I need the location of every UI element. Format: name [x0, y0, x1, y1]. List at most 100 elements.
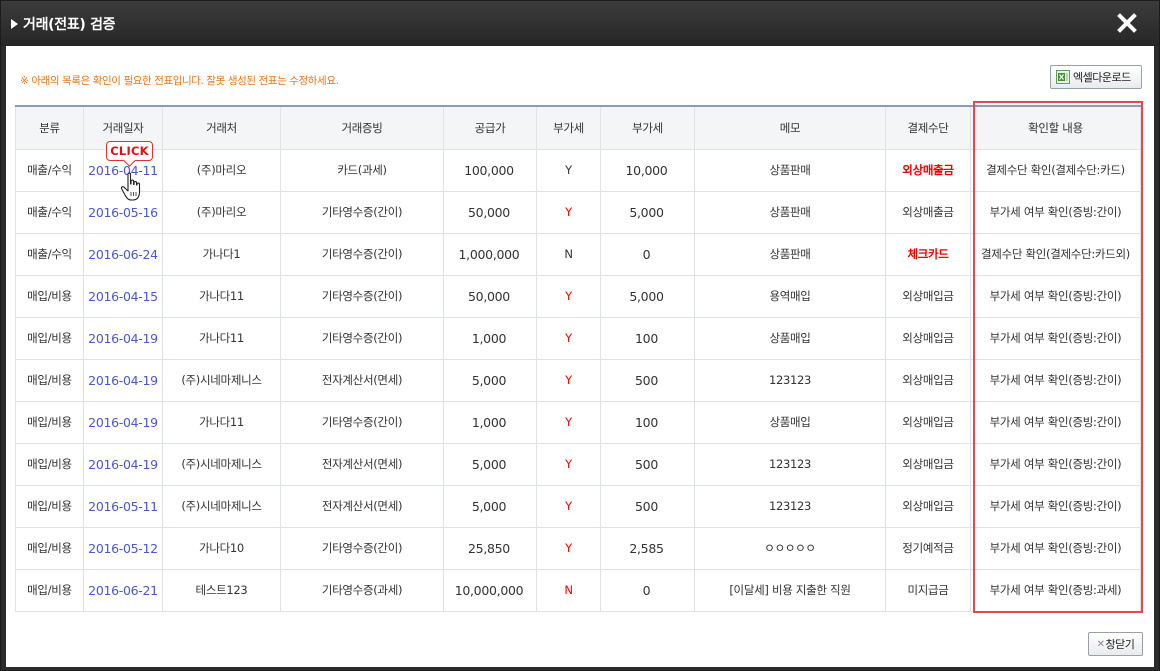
vat-amount-cell: 10,000 — [600, 148, 695, 192]
table-row: 매입/비용 2016-04-19 가나다11 기타영수증(간이) 1,000 Y 100 상품… — [15, 316, 1141, 360]
vat-amount-cell: 5,000 — [600, 274, 695, 318]
check-content-cell: 부가세 여부 확인(증빙:간이) — [970, 316, 1141, 360]
vat-amount-cell: 100 — [600, 316, 695, 360]
memo-cell: 상품판매 — [694, 232, 886, 276]
category-cell: 매출/수익 — [15, 190, 84, 234]
supply-amount-cell: 5,000 — [443, 442, 537, 486]
category-cell: 매입/비용 — [15, 526, 84, 570]
supply-amount-cell: 100,000 — [443, 148, 537, 192]
supply-amount-cell: 1,000,000 — [443, 232, 537, 276]
column-header: 메모 — [694, 105, 886, 150]
evidence-cell: 기타영수증(간이) — [280, 526, 444, 570]
date-link[interactable]: 2016-06-21 — [88, 583, 158, 598]
dialog-titlebar: 거래(전표) 검증 — [1, 1, 1159, 46]
vat-amount-cell: 500 — [600, 442, 695, 486]
supply-amount-cell: 5,000 — [443, 484, 537, 528]
memo-cell: 123123 — [694, 442, 886, 486]
evidence-cell: 전자계산서(면세) — [280, 484, 444, 528]
vat-flag-cell: N — [536, 232, 601, 276]
date-link[interactable]: 2016-05-12 — [88, 541, 158, 556]
check-content-cell: 부가세 여부 확인(증빙:간이) — [970, 442, 1141, 486]
vat-flag-cell: Y — [536, 358, 601, 402]
vendor-cell: 가나다11 — [162, 400, 281, 444]
memo-cell: 상품매입 — [694, 400, 886, 444]
date-link[interactable]: 2016-04-19 — [88, 415, 158, 430]
table-row: 매입/비용 2016-04-15 가나다11 기타영수증(간이) 50,000 Y 5,00… — [15, 274, 1141, 318]
click-callout-label: CLICK — [110, 144, 149, 158]
table-body: 매출/수익 2016-04-11 (주)마리오 카드(과세) 100,000 Y 10,00… — [15, 148, 1141, 612]
column-header: 부가세 — [536, 105, 601, 150]
evidence-cell: 전자계산서(면세) — [280, 442, 444, 486]
vendor-cell: 가나다11 — [162, 316, 281, 360]
category-cell: 매입/비용 — [15, 274, 84, 318]
column-header: 부가세 — [600, 105, 695, 150]
payment-method-cell: 외상매출금 — [885, 148, 971, 192]
check-content-cell: 부가세 여부 확인(증빙:간이) — [970, 400, 1141, 444]
column-header: 거래증빙 — [280, 105, 444, 150]
memo-cell: ㅇㅇㅇㅇㅇ — [694, 526, 886, 570]
date-cell: 2016-05-11 — [83, 484, 163, 528]
date-cell: 2016-04-19 — [83, 400, 163, 444]
date-link[interactable]: 2016-04-19 — [88, 331, 158, 346]
vendor-cell: 가나다10 — [162, 526, 281, 570]
check-content-cell: 결제수단 확인(결제수단:카드외) — [970, 232, 1141, 276]
date-link[interactable]: 2016-05-16 — [88, 205, 158, 220]
table-row: 매입/비용 2016-04-19 (주)시네마제니스 전자계산서(면세) 5,000 Y 5… — [15, 358, 1141, 402]
vat-amount-cell: 0 — [600, 232, 695, 276]
payment-method-cell: 외상매입금 — [885, 274, 971, 318]
table-row: 매입/비용 2016-05-12 가나다10 기타영수증(간이) 25,850 Y 2,58… — [15, 526, 1141, 570]
close-icon[interactable] — [1115, 11, 1139, 35]
close-window-label: 창닫기 — [1105, 638, 1135, 651]
column-header: 공급가 — [443, 105, 537, 150]
payment-method-cell: 정기예적금 — [885, 526, 971, 570]
payment-method-cell: 외상매입금 — [885, 316, 971, 360]
date-link[interactable]: 2016-05-11 — [88, 499, 158, 514]
close-window-button[interactable]: ✕ 창닫기 — [1088, 632, 1143, 656]
date-link[interactable]: 2016-04-19 — [88, 457, 158, 472]
category-cell: 매출/수익 — [15, 148, 84, 192]
excel-download-button[interactable]: 엑셀다운로드 — [1050, 65, 1142, 89]
vat-amount-cell: 500 — [600, 484, 695, 528]
hand-cursor-icon — [120, 172, 141, 201]
vat-amount-cell: 2,585 — [600, 526, 695, 570]
category-cell: 매입/비용 — [15, 358, 84, 402]
payment-method-cell: 외상매입금 — [885, 484, 971, 528]
memo-cell: 상품판매 — [694, 190, 886, 234]
date-link[interactable]: 2016-06-24 — [88, 247, 158, 262]
date-cell: 2016-04-19 — [83, 442, 163, 486]
vat-amount-cell: 0 — [600, 568, 695, 612]
memo-cell: 123123 — [694, 358, 886, 402]
date-cell: 2016-04-15 — [83, 274, 163, 318]
dialog-title: 거래(전표) 검증 — [23, 17, 116, 33]
vat-flag-cell: Y — [536, 526, 601, 570]
table-row: 매입/비용 2016-05-11 (주)시네마제니스 전자계산서(면세) 5,000 Y 5… — [15, 484, 1141, 528]
check-content-cell: 부가세 여부 확인(증빙:간이) — [970, 358, 1141, 402]
payment-method-cell: 외상매입금 — [885, 442, 971, 486]
vat-flag-cell: Y — [536, 316, 601, 360]
table-row: 매출/수익 2016-05-16 (주)마리오 기타영수증(간이) 50,000 Y 5,0… — [15, 190, 1141, 234]
date-link[interactable]: 2016-04-15 — [88, 289, 158, 304]
supply-amount-cell: 1,000 — [443, 316, 537, 360]
evidence-cell: 기타영수증(간이) — [280, 232, 444, 276]
verification-dialog: 거래(전표) 검증 ※ 아래의 목록은 확인이 필요한 전표입니다. 잘못 생성… — [0, 0, 1160, 671]
verification-table: 분류 거래일자 거래처 거래증빙 공급가 부가세 부가세 메모 결제수단 확인할… — [15, 105, 1141, 612]
column-header: 분류 — [15, 105, 84, 150]
table-row: 매출/수익 2016-06-24 가나다1 기타영수증(간이) 1,000,000 N 0 상… — [15, 232, 1141, 276]
date-link[interactable]: 2016-04-19 — [88, 373, 158, 388]
payment-method-cell: 외상매입금 — [885, 358, 971, 402]
supply-amount-cell: 25,850 — [443, 526, 537, 570]
check-content-cell: 부가세 여부 확인(증빙:간이) — [970, 190, 1141, 234]
evidence-cell: 기타영수증(간이) — [280, 190, 444, 234]
check-content-cell: 부가세 여부 확인(증빙:과세) — [970, 568, 1141, 612]
vat-flag-cell: Y — [536, 274, 601, 318]
vendor-cell: (주)시네마제니스 — [162, 484, 281, 528]
date-cell: 2016-05-12 — [83, 526, 163, 570]
column-header: 결제수단 — [885, 105, 971, 150]
table-row: 매입/비용 2016-06-21 테스트123 기타영수증(과세) 10,000,000… — [15, 568, 1141, 612]
dialog-content: ※ 아래의 목록은 확인이 필요한 전표입니다. 잘못 생성된 전표는 수정하세… — [6, 46, 1154, 667]
date-cell: 2016-04-19 — [83, 316, 163, 360]
vat-flag-cell: N — [536, 568, 601, 612]
supply-amount-cell: 50,000 — [443, 190, 537, 234]
vat-flag-cell: Y — [536, 190, 601, 234]
supply-amount-cell: 50,000 — [443, 274, 537, 318]
